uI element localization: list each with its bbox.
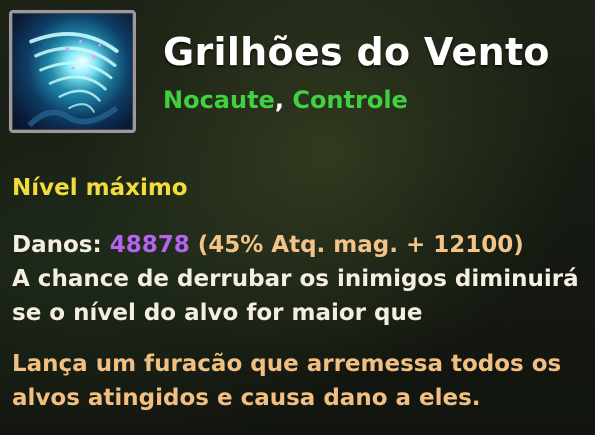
damage-value: 48878 — [109, 232, 190, 258]
tag-knockdown: Nocaute — [163, 86, 275, 114]
tag-control: Controle — [292, 86, 408, 114]
skill-description: Lança um furacão que arremessa todos os … — [12, 351, 562, 411]
tornado-icon — [27, 27, 122, 128]
level-label: Nível máximo — [12, 175, 188, 201]
damage-formula: (45% Atq. mag. + 12100) — [189, 232, 524, 258]
skill-stats: Danos: 48878 (45% Atq. mag. + 12100) A c… — [12, 228, 587, 330]
effect-text: A chance de derrubar os inimigos diminui… — [12, 266, 579, 326]
skill-tooltip: Grilhões do Vento Nocaute, Controle Níve… — [0, 0, 595, 435]
damage-label: Danos: — [12, 232, 110, 258]
damage-line: Danos: 48878 (45% Atq. mag. + 12100) — [12, 228, 587, 262]
skill-icon-frame — [9, 10, 136, 133]
skill-tags: Nocaute, Controle — [163, 86, 408, 114]
tag-separator: , — [274, 86, 293, 114]
skill-title: Grilhões do Vento — [163, 30, 550, 74]
